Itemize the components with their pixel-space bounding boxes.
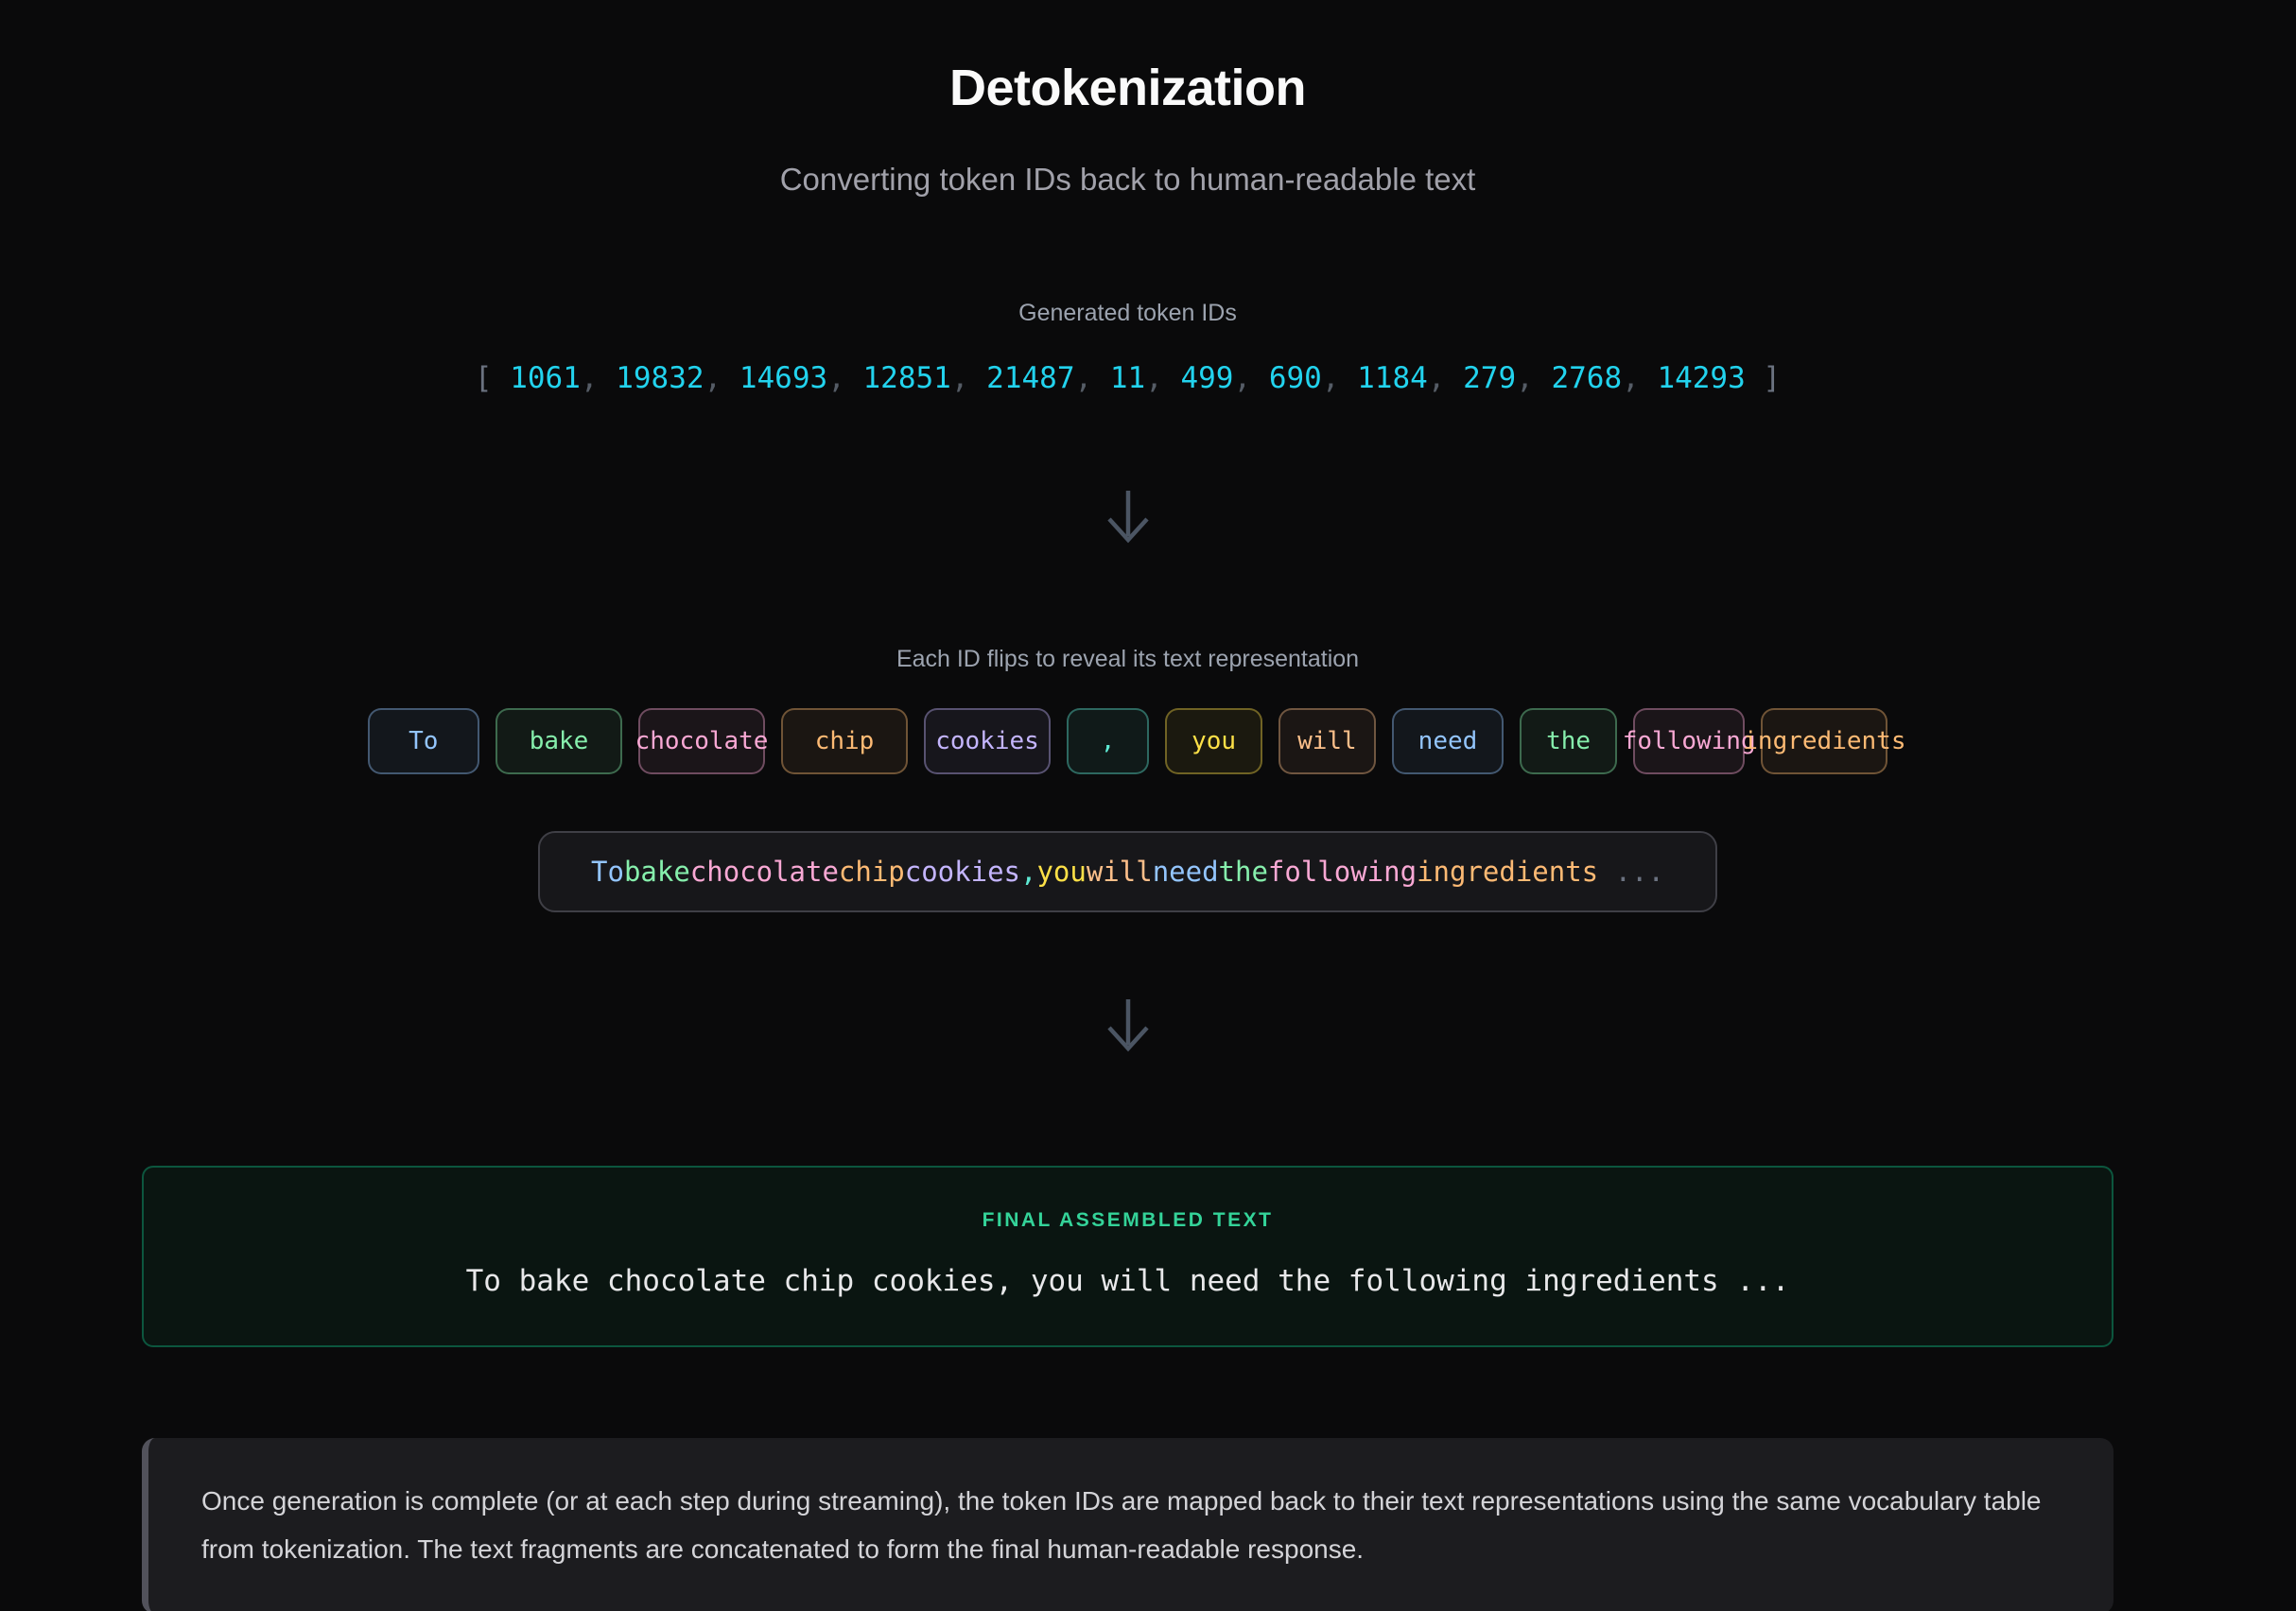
token-chip-label: ,	[1101, 727, 1116, 755]
concat-segment: chip	[839, 856, 905, 888]
token-chip-row: To bake chocolate chip cookies, you will need th…	[368, 708, 1888, 774]
flow-arrow-top	[1102, 487, 1155, 546]
id-separator: ,	[951, 361, 986, 395]
token-id: 499	[1180, 361, 1233, 395]
token-chip-label: bake	[530, 727, 589, 755]
id-separator: ,	[704, 361, 739, 395]
concat-segment: To	[591, 856, 624, 888]
concat-segment: will	[1087, 856, 1153, 888]
token-chip: To	[368, 708, 479, 774]
token-chip-label: chip	[815, 727, 875, 755]
token-chip: ingredients	[1761, 708, 1887, 774]
token-chip-label: you	[1191, 727, 1236, 755]
id-separator: ,	[1322, 361, 1357, 395]
token-chip-label: will	[1297, 727, 1357, 755]
flip-section-label: Each ID flips to reveal its text represe…	[896, 644, 1359, 675]
open-bracket: [	[475, 361, 510, 395]
token-chip-label: cookies	[935, 727, 1039, 755]
final-assembled-text-label: FINAL ASSEMBLED TEXT	[182, 1209, 2074, 1232]
down-arrow-icon	[1102, 996, 1155, 1054]
token-chip: you	[1165, 708, 1262, 774]
id-separator: ,	[1075, 361, 1110, 395]
token-id: 1061	[510, 361, 581, 395]
final-assembled-text-panel: FINAL ASSEMBLED TEXT To bake chocolate c…	[142, 1166, 2113, 1347]
id-separator: ,	[1233, 361, 1268, 395]
token-chip: bake	[496, 708, 622, 774]
concat-ellipsis: ...	[1598, 856, 1664, 888]
token-id: 14293	[1657, 361, 1745, 395]
concat-segment: chocolate	[690, 856, 839, 888]
token-id: 19832	[616, 361, 704, 395]
token-chip: following	[1633, 708, 1745, 774]
token-chip: chip	[781, 708, 908, 774]
token-id: 1184	[1357, 361, 1428, 395]
token-chip-label: the	[1546, 727, 1591, 755]
close-bracket: ]	[1746, 361, 1781, 395]
concat-segment: ingredients	[1417, 856, 1598, 888]
explanation-note-text: Once generation is complete (or at each …	[201, 1486, 2042, 1564]
flow-arrow-bottom	[1102, 996, 1155, 1054]
concat-segment: you	[1036, 856, 1086, 888]
concat-segment: the	[1219, 856, 1268, 888]
concatenated-text-box: Tobakechocolatechipcookies,youwillneedth…	[538, 831, 1717, 912]
explanation-note: Once generation is complete (or at each …	[142, 1438, 2113, 1611]
token-chip: need	[1392, 708, 1504, 774]
token-id: 21487	[986, 361, 1074, 395]
token-chip-label: ingredients	[1743, 727, 1905, 755]
token-id: 11	[1110, 361, 1145, 395]
token-chip-label: To	[409, 727, 438, 755]
token-chip: cookies	[924, 708, 1051, 774]
id-separator: ,	[1145, 361, 1180, 395]
token-chip-label: need	[1418, 727, 1478, 755]
concat-segment: need	[1153, 856, 1219, 888]
token-id: 690	[1269, 361, 1322, 395]
down-arrow-icon	[1102, 487, 1155, 546]
concat-segment: cookies	[905, 856, 1020, 888]
id-separator: ,	[1428, 361, 1463, 395]
token-chip: ,	[1067, 708, 1149, 774]
page-subtitle: Converting token IDs back to human-reada…	[780, 159, 1476, 201]
token-id: 279	[1463, 361, 1516, 395]
id-separator: ,	[1622, 361, 1657, 395]
concat-segment: bake	[624, 856, 690, 888]
id-separator: ,	[1516, 361, 1551, 395]
generated-ids-label: Generated token IDs	[1018, 298, 1237, 329]
page-title: Detokenization	[949, 55, 1306, 121]
id-separator: ,	[581, 361, 616, 395]
detokenization-diagram: Detokenization Converting token IDs back…	[142, 0, 2113, 1611]
token-id: 14693	[739, 361, 827, 395]
concat-segment: ,	[1020, 856, 1036, 888]
token-ids-line: [ 1061, 19832, 14693, 12851, 21487, 11, …	[475, 358, 1781, 399]
token-chip: chocolate	[638, 708, 765, 774]
token-id: 12851	[863, 361, 951, 395]
token-chip: the	[1520, 708, 1617, 774]
token-chip-label: following	[1623, 727, 1756, 755]
token-chip-label: chocolate	[635, 727, 769, 755]
id-separator: ,	[827, 361, 862, 395]
token-id: 2768	[1551, 361, 1622, 395]
final-assembled-text: To bake chocolate chip cookies, you will…	[182, 1264, 2074, 1298]
concat-segment: following	[1268, 856, 1417, 888]
token-chip: will	[1278, 708, 1376, 774]
